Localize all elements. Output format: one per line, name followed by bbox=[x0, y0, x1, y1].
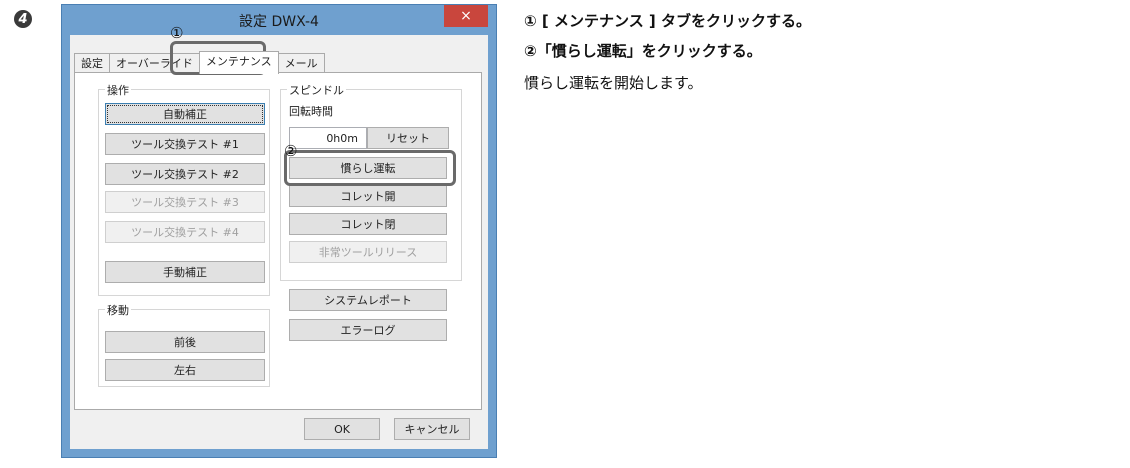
collet-close-button[interactable]: コレット閉 bbox=[289, 213, 447, 235]
ok-button[interactable]: OK bbox=[304, 418, 380, 440]
rotation-time-field: 0h0m bbox=[289, 127, 367, 149]
tab-mail[interactable]: メール bbox=[277, 53, 325, 74]
reset-button[interactable]: リセット bbox=[367, 127, 449, 149]
tab-settings[interactable]: 設定 bbox=[74, 53, 110, 74]
error-log-button[interactable]: エラーログ bbox=[289, 319, 447, 341]
auto-calibration-button[interactable]: 自動補正 bbox=[105, 103, 265, 125]
rotation-time-label: 回転時間 bbox=[289, 105, 333, 118]
instruction-3: 慣らし運転を開始します。 bbox=[524, 74, 703, 92]
tool-change-test-3-button[interactable]: ツール交換テスト #3 bbox=[105, 191, 265, 213]
cancel-button[interactable]: キャンセル bbox=[394, 418, 470, 440]
step-number-badge: 4 bbox=[14, 10, 32, 28]
tab-override[interactable]: オーバーライド bbox=[109, 53, 200, 74]
manual-calibration-button[interactable]: 手動補正 bbox=[105, 261, 265, 283]
tab-strip: 設定 オーバーライド メンテナンス メール bbox=[74, 51, 325, 74]
collet-open-button[interactable]: コレット開 bbox=[289, 185, 447, 207]
tool-change-test-2-button[interactable]: ツール交換テスト #2 bbox=[105, 163, 265, 185]
spindle-group-label: スピンドル bbox=[287, 82, 346, 98]
title-bar: 設定 DWX-4 × bbox=[62, 5, 496, 35]
operation-group-label: 操作 bbox=[105, 82, 131, 98]
front-back-button[interactable]: 前後 bbox=[105, 331, 265, 353]
emergency-tool-release-button[interactable]: 非常ツールリリース bbox=[289, 241, 447, 263]
tab-maintenance[interactable]: メンテナンス bbox=[198, 51, 279, 74]
move-group-label: 移動 bbox=[105, 302, 131, 318]
close-button[interactable]: × bbox=[444, 5, 488, 27]
instruction-1: ① [ メンテナンス ] タブをクリックする。 bbox=[524, 12, 812, 30]
break-in-button[interactable]: 慣らし運転 bbox=[289, 157, 447, 179]
left-right-button[interactable]: 左右 bbox=[105, 359, 265, 381]
settings-dialog: 設定 DWX-4 × 設定 オーバーライド メンテナンス メール 操作 自動補正… bbox=[61, 4, 497, 458]
dialog-client-area: 設定 オーバーライド メンテナンス メール 操作 自動補正 ツール交換テスト #… bbox=[70, 35, 488, 449]
instruction-2: ②「慣らし運転」をクリックする。 bbox=[524, 42, 762, 60]
tool-change-test-4-button[interactable]: ツール交換テスト #4 bbox=[105, 221, 265, 243]
tool-change-test-1-button[interactable]: ツール交換テスト #1 bbox=[105, 133, 265, 155]
maintenance-panel: 操作 自動補正 ツール交換テスト #1 ツール交換テスト #2 ツール交換テスト… bbox=[74, 72, 482, 410]
marker-1: ① bbox=[170, 24, 184, 42]
window-title: 設定 DWX-4 bbox=[239, 14, 319, 30]
system-report-button[interactable]: システムレポート bbox=[289, 289, 447, 311]
marker-2: ② bbox=[284, 142, 298, 160]
